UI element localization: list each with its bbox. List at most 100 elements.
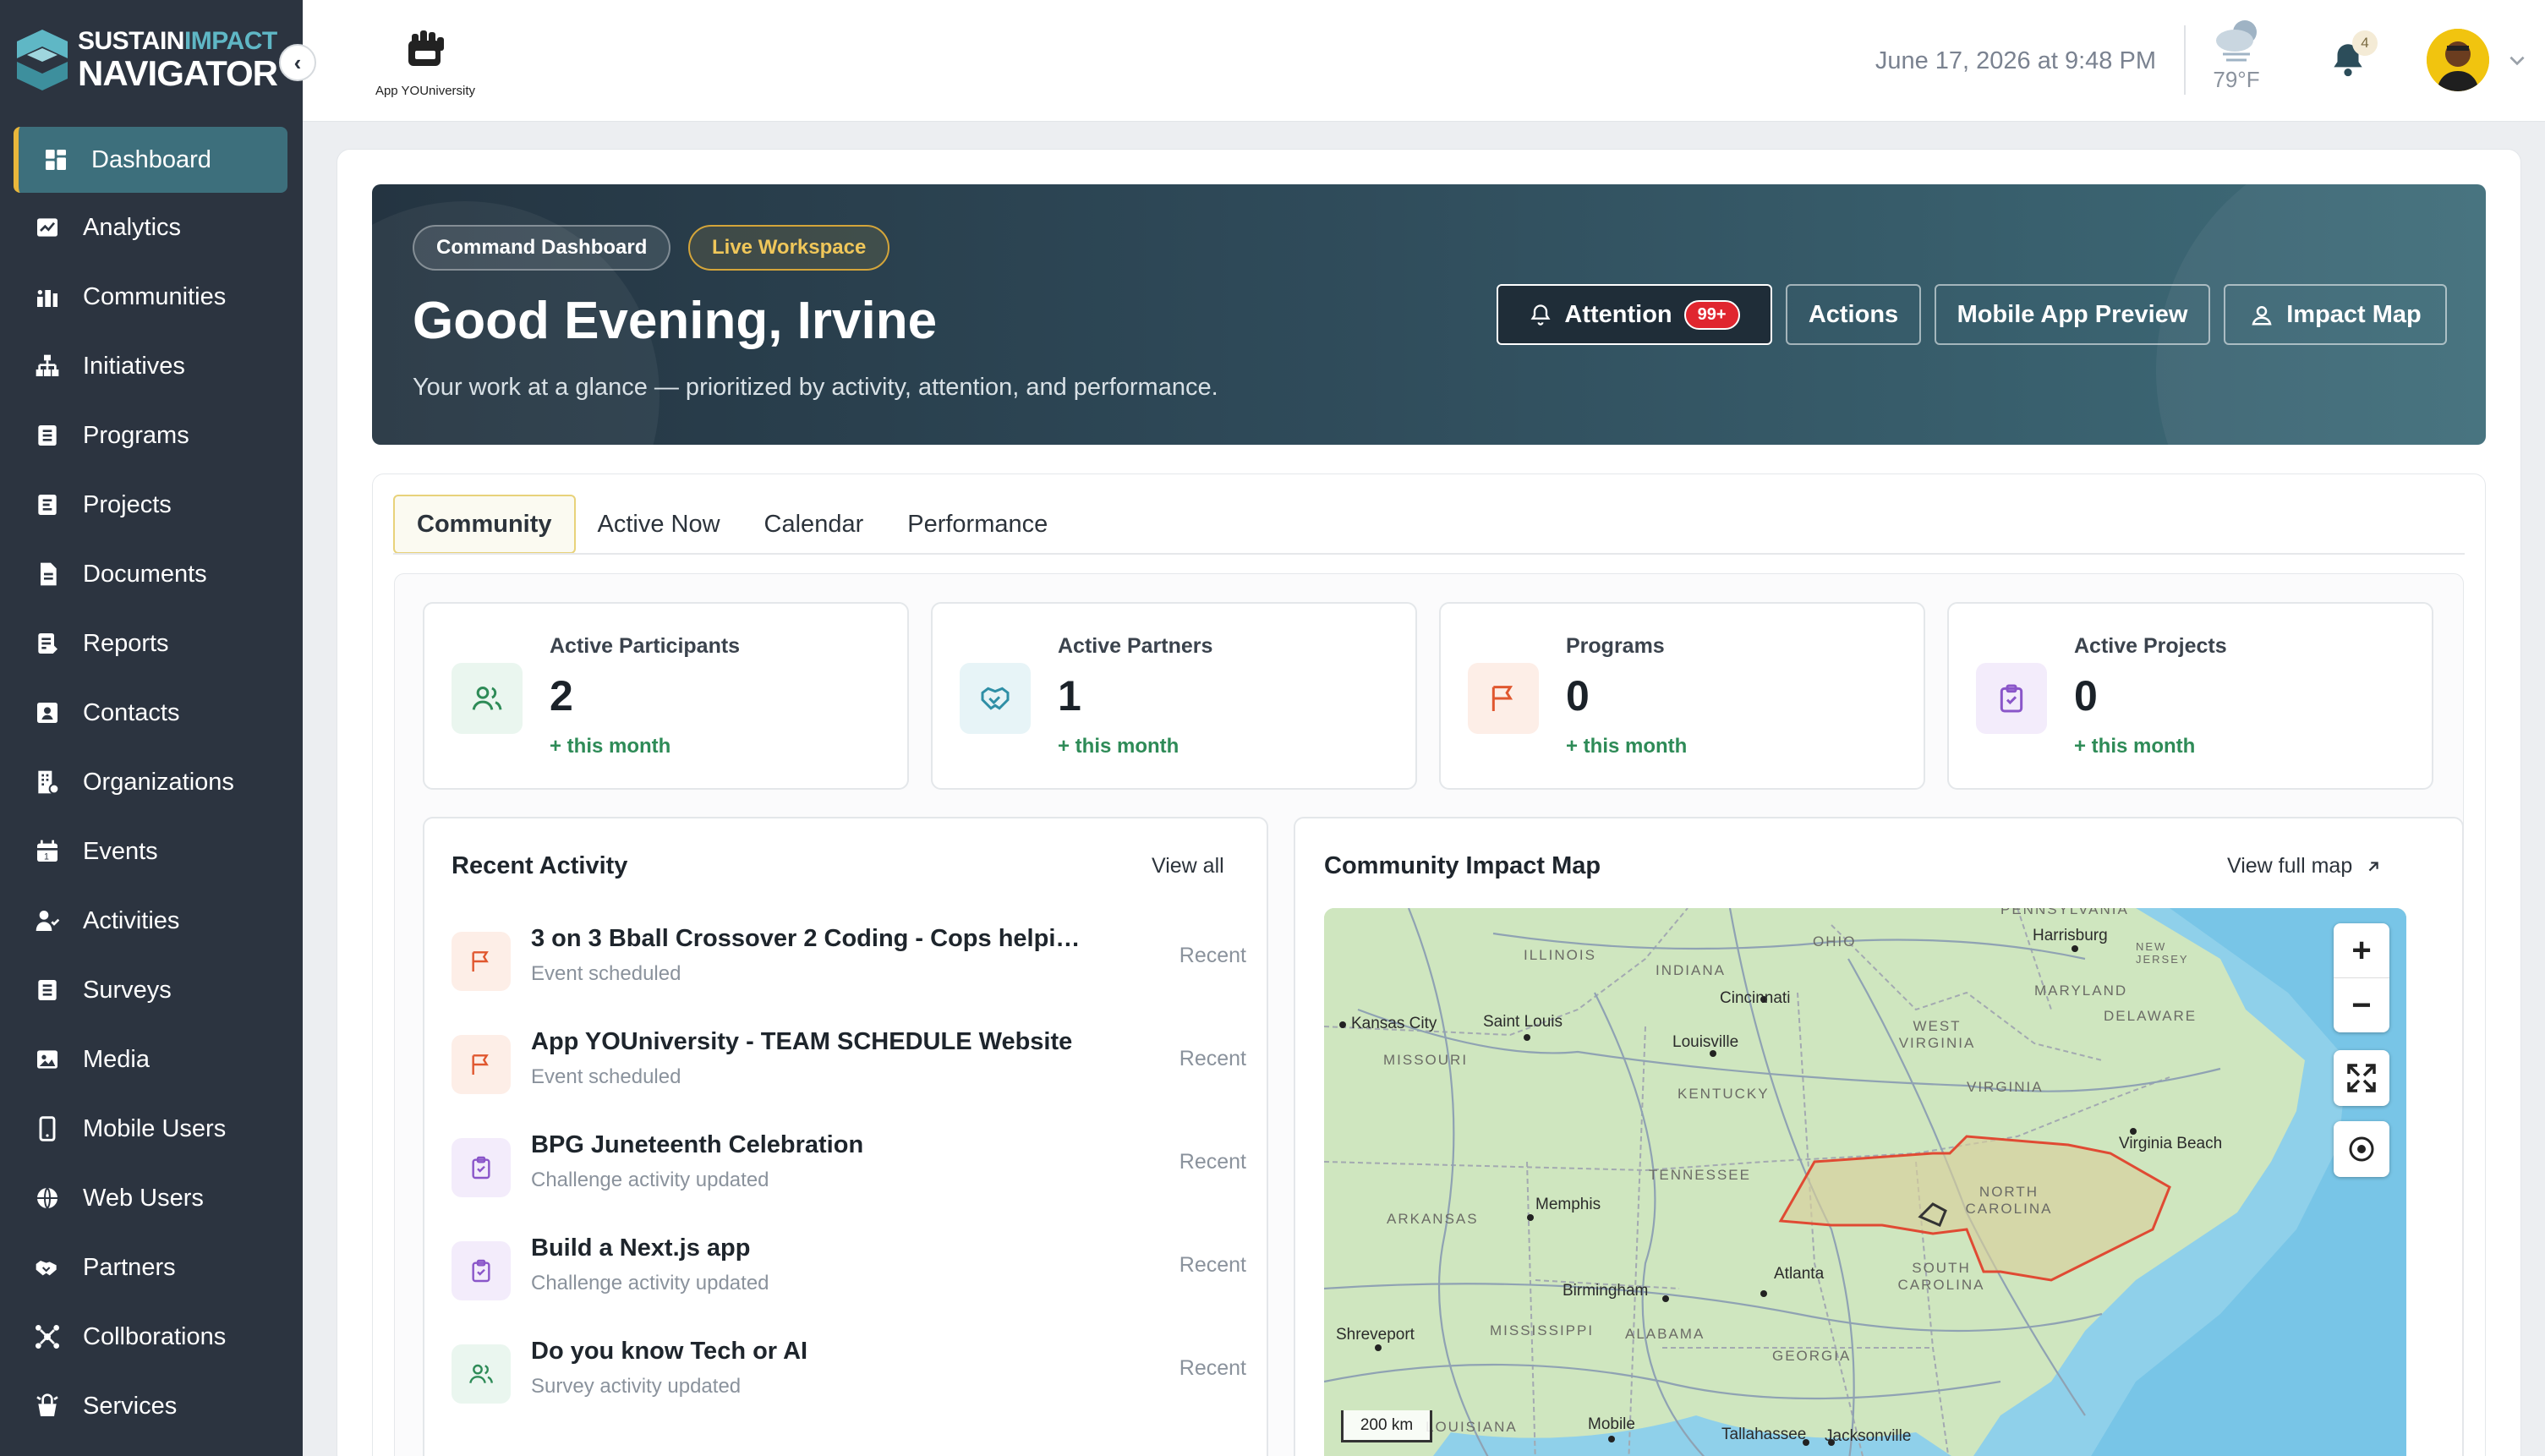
notifications-button[interactable]: 4 [2327,30,2378,81]
brand-mark-icon [17,30,68,90]
map-state-label: TENNESSEE [1649,1167,1751,1183]
map-city-label: Atlanta [1774,1265,1825,1283]
mobile-icon [34,1115,61,1142]
svg-text:1: 1 [44,851,49,862]
impact-map-button[interactable]: Impact Map [2224,284,2447,345]
sidebar-item-programs[interactable]: Programs [0,401,303,470]
map-city-label: Memphis [1535,1196,1601,1213]
map-scale-bar: 200 km [1341,1410,1432,1442]
stat-card-active-participants[interactable]: Active Participants 2 + this month [423,602,909,790]
dashboard-tabs: Community Active Now Calendar Performanc… [393,495,1070,554]
stat-value: 1 [1058,672,1081,720]
sidebar-item-label: Contacts [83,698,180,726]
sidebar-item-label: Organizations [83,768,234,796]
app-logo-text: App YOUniversity [375,84,476,98]
map-state-label: GEORGIA [1772,1348,1852,1364]
tab-active-now[interactable]: Active Now [576,495,742,554]
tab-community[interactable]: Community [393,495,576,554]
sidebar-item-contacts[interactable]: Contacts [0,678,303,747]
brand-logo[interactable]: SUSTAINIMPACT NAVIGATOR [17,29,278,91]
view-all-link[interactable]: View all [1152,854,1224,879]
activity-row[interactable]: 3 on 3 Bball Crossover 2 Coding - Cops h… [452,925,1246,1010]
stat-label: Programs [1566,634,1665,658]
map-state-label: ARKANSAS [1387,1211,1479,1227]
sidebar-item-web-users[interactable]: Web Users [0,1163,303,1233]
actions-label: Actions [1808,300,1899,328]
sidebar-item-reports[interactable]: Reports [0,609,303,678]
map-locate-button[interactable] [2334,1121,2389,1177]
impact-map[interactable]: Kansas City Saint Louis Cincinnati Louis… [1324,908,2406,1456]
clipboard-icon [452,1241,511,1300]
sidebar-item-documents[interactable]: Documents [0,539,303,609]
sidebar-item-events[interactable]: 1 Events [0,817,303,886]
stat-delta: + this month [1058,735,1179,758]
activity-title: App YOUniversity - TEAM SCHEDULE Website [531,1028,1073,1055]
collaboration-icon [34,1323,61,1350]
zoom-out-button[interactable]: − [2334,978,2389,1032]
flag-icon [1468,663,1539,734]
attention-button[interactable]: Attention 99+ [1497,284,1772,345]
sidebar-item-organizations[interactable]: Organizations [0,747,303,817]
zoom-in-button[interactable]: + [2334,923,2389,977]
map-pin-person-icon [2252,306,2272,326]
map-state-label: PENNSYLVANIA [2000,908,2129,917]
actions-button[interactable]: Actions [1786,284,1921,345]
activity-row[interactable]: BPG Juneteenth Celebration Challenge acti… [452,1131,1246,1216]
map-city-label: Kansas City [1351,1015,1437,1032]
sidebar-item-media[interactable]: Media [0,1025,303,1094]
activity-row[interactable]: Build a Next.js app Challenge activity up… [452,1234,1246,1319]
map-state-label: ILLINOIS [1524,947,1596,963]
activity-row[interactable]: App YOUniversity - TEAM SCHEDULE Website… [452,1028,1246,1113]
stat-card-active-partners[interactable]: Active Partners 1 + this month [931,602,1417,790]
sidebar-item-analytics[interactable]: Analytics [0,193,303,262]
stat-card-programs[interactable]: Programs 0 + this month [1439,602,1925,790]
avatar-icon [2427,29,2489,91]
sidebar-item-activities[interactable]: Activities [0,886,303,955]
sidebar-item-services[interactable]: Services [0,1371,303,1441]
plus-icon: + [2351,931,2372,969]
activity-time: Recent [1179,1047,1246,1070]
mobile-app-preview-button[interactable]: Mobile App Preview [1935,284,2210,345]
weather-widget: 79°F [2207,17,2266,93]
app-logo[interactable]: App YOUniversity [362,29,489,98]
locate-icon [2349,1136,2374,1162]
sidebar-item-projects[interactable]: Projects [0,470,303,539]
map-city-label: Virginia Beach [2119,1135,2223,1152]
map-city-label: Birmingham [1563,1282,1649,1300]
notifications-badge: 4 [2352,30,2378,56]
activity-title: Do you know Tech or AI [531,1338,808,1365]
stat-value: 2 [550,672,573,720]
tab-calendar[interactable]: Calendar [742,495,886,554]
sidebar-item-dashboard[interactable]: Dashboard [14,127,287,193]
chevron-left-icon: ‹ [293,49,302,75]
sidebar-item-label: Communities [83,282,227,310]
activity-row[interactable]: Do you know Tech or AI Survey activity up… [452,1338,1246,1422]
map-title: Community Impact Map [1324,852,1601,879]
view-full-map-link[interactable]: View full map [2227,854,2383,879]
tab-performance[interactable]: Performance [885,495,1070,554]
sidebar-item-surveys[interactable]: Surveys [0,955,303,1025]
organizations-icon [34,769,61,796]
map-state-label: KENTUCKY [1678,1086,1770,1102]
sidebar-item-communities[interactable]: Communities [0,262,303,331]
impact-map-label: Impact Map [2286,300,2422,328]
sidebar-item-collborations[interactable]: Collborations [0,1302,303,1371]
documents-icon [34,561,61,588]
sidebar-item-mobile-users[interactable]: Mobile Users [0,1094,303,1163]
activity-subtitle: Event scheduled [531,962,681,985]
map-city-label: Saint Louis [1483,1013,1563,1031]
activity-subtitle: Challenge activity updated [531,1272,769,1295]
stat-card-active-projects[interactable]: Active Projects 0 + this month [1947,602,2433,790]
chevron-down-icon[interactable] [2506,49,2528,71]
stat-delta: + this month [550,735,671,758]
activity-title: BPG Juneteenth Celebration [531,1131,864,1158]
user-avatar[interactable] [2427,29,2489,91]
bell-icon [1530,304,1551,326]
sidebar-item-partners[interactable]: Partners [0,1233,303,1302]
sidebar-collapse-button[interactable]: ‹ [279,44,316,81]
sidebar-item-initiatives[interactable]: Initiatives [0,331,303,401]
stat-label: Active Participants [550,634,741,658]
topbar-divider [2184,25,2186,95]
map-fullscreen-button[interactable] [2334,1050,2389,1106]
handshake-icon [960,663,1031,734]
